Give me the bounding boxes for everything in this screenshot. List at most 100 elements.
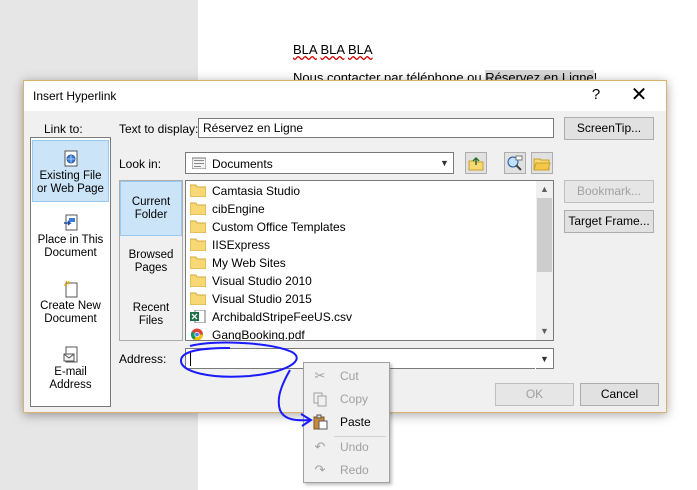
paste-icon	[313, 414, 328, 430]
folder-icon	[190, 184, 206, 197]
browsed-pages-button[interactable]: Browsed Pages	[120, 236, 182, 289]
menu-item-label: Paste	[340, 415, 371, 429]
document-heading: BLA BLA BLA	[293, 42, 373, 57]
help-button[interactable]: ?	[584, 84, 608, 106]
place-in-document-icon	[63, 214, 77, 231]
scroll-down-icon[interactable]: ▼	[536, 323, 553, 340]
cancel-button[interactable]: Cancel	[580, 383, 659, 406]
menu-item-paste[interactable]: Paste	[306, 411, 389, 433]
link-to-create-new-document[interactable]: Create New Document	[32, 278, 109, 334]
place-label-line1: Recent	[132, 302, 170, 314]
place-label-line2: Files	[138, 315, 164, 327]
file-list-item[interactable]: GangBooking.pdf	[190, 326, 305, 341]
link-to-email-address[interactable]: E-mail Address	[32, 344, 109, 400]
up-folder-icon	[468, 156, 484, 171]
menu-item-copy[interactable]: Copy	[306, 388, 389, 410]
folder-icon	[190, 256, 206, 269]
menu-item-label: Copy	[340, 392, 369, 406]
link-to-label-line2: Document	[44, 247, 97, 259]
redo-icon: ↷	[314, 462, 326, 477]
browse-file-button[interactable]	[531, 152, 553, 174]
file-list-item[interactable]: Custom Office Templates	[190, 218, 346, 236]
browse-web-icon	[507, 155, 523, 171]
address-label: Address:	[119, 352, 167, 366]
doc-word: BLA	[320, 42, 345, 57]
file-list-scrollbar[interactable]: ▲ ▼	[536, 181, 553, 340]
menu-item-label: Undo	[340, 440, 369, 454]
look-in-value: Documents	[212, 157, 273, 171]
scroll-up-icon[interactable]: ▲	[536, 181, 553, 198]
browse-web-button[interactable]	[504, 152, 526, 174]
link-to-label-line1: Create New	[40, 300, 101, 312]
text-to-display-label: Text to display:	[119, 122, 199, 136]
place-label-line1: Current	[131, 196, 171, 208]
close-button[interactable]: ✕	[622, 83, 656, 107]
dialog-title: Insert Hyperlink	[33, 89, 117, 103]
copy-icon	[313, 392, 327, 407]
doc-word: BLA	[347, 42, 373, 57]
file-name: My Web Sites	[212, 256, 286, 270]
link-to-label-line1: Place in This	[37, 234, 104, 246]
file-list-item[interactable]: IISExpress	[190, 236, 270, 254]
folder-icon	[190, 220, 206, 233]
file-name: Custom Office Templates	[212, 220, 346, 234]
email-icon	[63, 346, 77, 363]
current-folder-button[interactable]: Current Folder	[120, 181, 182, 236]
look-in-select[interactable]: Documents ▼	[185, 152, 454, 174]
excel-file-icon	[190, 310, 206, 323]
file-list-item[interactable]: Visual Studio 2010	[190, 272, 312, 290]
chevron-down-icon[interactable]: ▼	[535, 349, 553, 369]
look-in-label: Look in:	[119, 157, 162, 171]
folder-icon	[190, 202, 206, 215]
file-list-item[interactable]: cibEngine	[190, 200, 265, 218]
file-list-item[interactable]: My Web Sites	[190, 254, 286, 272]
ok-button[interactable]: OK	[495, 383, 574, 406]
folder-icon	[190, 292, 206, 305]
chevron-down-icon[interactable]: ▼	[435, 153, 453, 173]
file-list[interactable]: Camtasia Studio cibEngine Custom Office Te…	[185, 180, 554, 341]
file-list-item[interactable]: Visual Studio 2015	[190, 290, 312, 308]
file-name: Visual Studio 2015	[212, 292, 312, 306]
file-name: ArchibaldStripeFeeUS.csv	[212, 310, 353, 324]
link-to-existing-file[interactable]: Existing File or Web Page	[32, 140, 109, 202]
link-to-label-line1: E-mail	[54, 366, 87, 378]
text-to-display-input[interactable]: Réservez en Ligne	[198, 118, 554, 138]
target-frame-button[interactable]: Target Frame...	[564, 210, 654, 233]
file-name: cibEngine	[212, 202, 265, 216]
undo-icon: ↶	[314, 439, 326, 454]
place-label-line2: Folder	[134, 209, 168, 221]
dialog-titlebar: Insert Hyperlink ? ✕	[24, 81, 666, 111]
place-label-line1: Browsed	[128, 249, 174, 261]
documents-folder-icon	[192, 157, 206, 169]
menu-item-cut[interactable]: ✂ Cut	[306, 365, 389, 387]
scroll-thumb[interactable]	[537, 198, 552, 272]
places-bar: Current Folder Browsed Pages Recent File…	[119, 180, 183, 341]
screentip-button[interactable]: ScreenTip...	[564, 117, 654, 140]
link-to-panel: Existing File or Web Page Place in This …	[30, 137, 111, 407]
file-name: GangBooking.pdf	[212, 328, 305, 341]
file-list-item[interactable]: Camtasia Studio	[190, 182, 300, 200]
file-name: IISExpress	[212, 238, 271, 252]
folder-icon	[190, 274, 206, 287]
doc-word: BLA	[293, 42, 317, 57]
menu-item-redo[interactable]: ↷ Redo	[306, 459, 389, 481]
file-name: Camtasia Studio	[212, 184, 301, 198]
new-document-icon	[63, 280, 77, 298]
chrome-file-icon	[190, 328, 203, 340]
bookmark-button[interactable]: Bookmark...	[564, 180, 654, 203]
text-caret	[190, 351, 191, 366]
open-folder-icon	[533, 158, 551, 171]
menu-item-label: Cut	[340, 369, 359, 383]
up-one-folder-button[interactable]	[465, 152, 487, 174]
file-name: Visual Studio 2010	[212, 274, 312, 288]
link-to-place-in-document[interactable]: Place in This Document	[32, 212, 109, 268]
menu-item-undo[interactable]: ↶ Undo	[306, 436, 389, 458]
folder-icon	[190, 238, 206, 251]
file-list-item[interactable]: ArchibaldStripeFeeUS.csv	[190, 308, 352, 326]
recent-files-button[interactable]: Recent Files	[120, 289, 182, 341]
web-page-icon	[64, 150, 77, 167]
link-to-label: Link to:	[44, 122, 83, 136]
context-menu: ✂ Cut Copy Paste ↶ Undo ↷ Redo	[303, 362, 390, 483]
scissors-icon: ✂	[314, 368, 326, 383]
link-to-label-line1: Existing File	[39, 170, 102, 182]
